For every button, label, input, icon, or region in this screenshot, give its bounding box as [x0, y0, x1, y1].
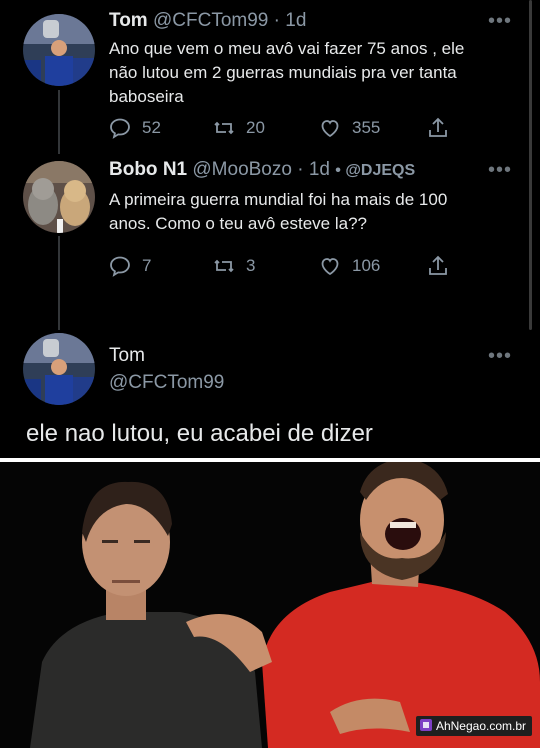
retweet-icon — [214, 121, 234, 135]
display-name[interactable]: Bobo N1 — [109, 159, 187, 180]
more-icon[interactable]: ••• — [488, 159, 512, 182]
tweet-text: Ano que vem o meu avô vai fazer 75 anos … — [109, 37, 464, 109]
reply-button[interactable]: 52 — [108, 116, 161, 140]
timestamp[interactable]: · 1d — [274, 10, 307, 31]
tweet-2[interactable]: Bobo N1 @MooBozo · 1d • @DJEQS ••• A pri… — [0, 150, 540, 300]
display-name[interactable]: Tom — [109, 10, 148, 31]
display-name[interactable]: Tom — [109, 345, 145, 367]
more-icon[interactable]: ••• — [488, 10, 512, 33]
tweet-text-line: anos. Como o teu avô esteve la?? — [109, 214, 367, 233]
watermark: AhNegao.com.br — [415, 716, 532, 736]
tweet-text-line: A primeira guerra mundial foi ha mais de… — [109, 190, 448, 209]
meme-illustration — [0, 462, 540, 748]
more-icon[interactable]: ••• — [488, 345, 512, 368]
like-button[interactable]: 106 — [318, 254, 380, 278]
share-button[interactable] — [426, 254, 450, 278]
reply-count: 7 — [142, 256, 152, 275]
share-icon — [429, 117, 447, 137]
like-count: 106 — [352, 256, 381, 275]
retweet-count: 20 — [246, 118, 265, 137]
retweet-icon — [214, 259, 234, 273]
tweet-header: Bobo N1 @MooBozo · 1d • @DJEQS — [109, 159, 415, 181]
logo-icon — [419, 719, 432, 731]
tweet-text: A primeira guerra mundial foi ha mais de… — [109, 188, 447, 236]
mention-tag[interactable]: • @DJEQS — [335, 162, 415, 179]
share-button[interactable] — [426, 116, 450, 140]
meme-image: AhNegao.com.br — [0, 462, 540, 748]
like-icon — [321, 120, 339, 138]
reply-icon — [110, 256, 130, 277]
like-count: 355 — [352, 118, 381, 137]
like-icon — [321, 258, 339, 276]
timestamp[interactable]: · 1d — [297, 159, 330, 180]
user-handle[interactable]: @MooBozo — [192, 159, 292, 180]
reply-icon — [110, 118, 130, 139]
like-button[interactable]: 355 — [318, 116, 380, 140]
watermark-text: AhNegao.com.br — [435, 719, 526, 733]
tweet-1[interactable]: Tom @CFCTom99 · 1d ••• Ano que vem o meu… — [0, 0, 540, 150]
user-handle[interactable]: @CFCTom99 — [109, 372, 224, 394]
main-reply-text: ele nao lutou, eu acabei de dizer — [26, 420, 373, 447]
tweet-actions: 7 3 106 — [108, 254, 458, 284]
retweet-button[interactable]: 20 — [212, 116, 265, 140]
tweet-header: Tom @CFCTom99 · 1d — [109, 10, 306, 32]
user-handle[interactable]: @CFCTom99 — [153, 10, 268, 31]
tweet-text-line: baboseira — [109, 87, 184, 106]
avatar[interactable] — [23, 333, 95, 405]
avatar[interactable] — [23, 161, 95, 233]
retweet-count: 3 — [246, 256, 256, 275]
tweet-actions: 52 20 355 — [108, 116, 458, 146]
reply-button[interactable]: 7 — [108, 254, 151, 278]
tweet-text-line: não lutou em 2 guerras mundiais pra ver … — [109, 63, 457, 82]
reply-count: 52 — [142, 118, 161, 137]
share-icon — [429, 255, 447, 275]
tweet-text-line: Ano que vem o meu avô vai fazer 75 anos … — [109, 39, 465, 58]
tweet-thread: Tom @CFCTom99 · 1d ••• Ano que vem o meu… — [0, 0, 540, 458]
retweet-button[interactable]: 3 — [212, 254, 255, 278]
avatar[interactable] — [23, 14, 95, 86]
